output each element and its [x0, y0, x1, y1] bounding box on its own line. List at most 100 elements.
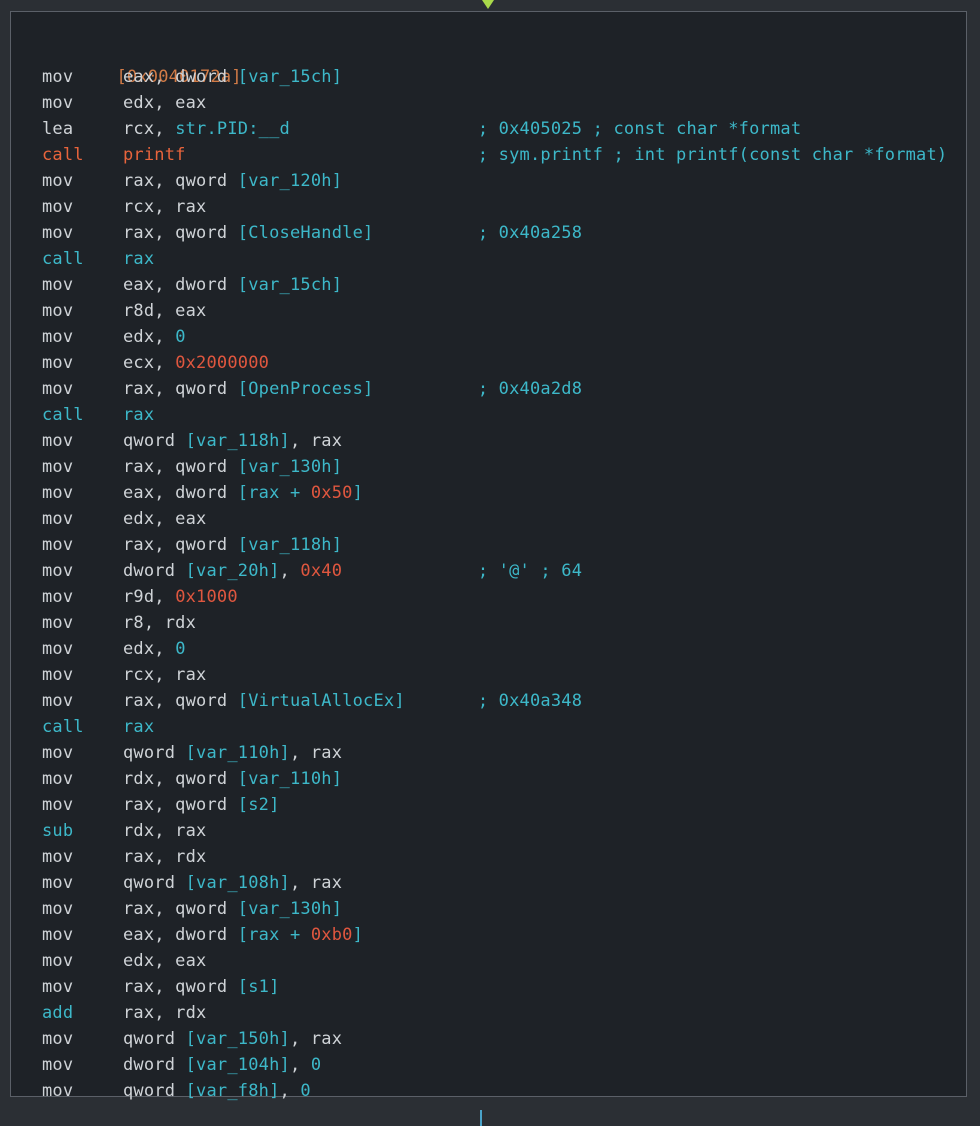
instruction-row[interactable]: mov dword [var_104h], 0 — [33, 1052, 947, 1078]
operand-token: rcx, rax — [123, 197, 207, 217]
operand-token: eax, dword — [123, 925, 238, 945]
instruction-row[interactable]: sub rdx, rax — [33, 818, 947, 844]
instruction-mnemonic: mov — [42, 977, 74, 997]
operand-token[interactable]: [CloseHandle] — [238, 223, 374, 243]
operand-token: dword — [123, 1055, 186, 1075]
operand-token[interactable]: ] — [353, 483, 363, 503]
operand-token: , rax — [289, 873, 343, 893]
instruction-row[interactable]: mov edx, eax — [33, 506, 947, 532]
operand-token[interactable]: [var_118h] — [238, 535, 342, 555]
operand-token[interactable]: [VirtualAllocEx] — [238, 691, 405, 711]
operand-token: 0 — [300, 1081, 311, 1101]
operand-token: eax, dword — [123, 67, 238, 87]
operand-token[interactable]: printf — [123, 145, 186, 165]
instruction-row[interactable]: mov qword [var_118h], rax — [33, 428, 947, 454]
operand-token: dword — [123, 561, 186, 581]
instruction-row[interactable]: mov edx, 0 — [33, 636, 947, 662]
instruction-row[interactable]: mov rax, qword [var_130h] — [33, 454, 947, 480]
instruction-row[interactable]: mov rax, qword [OpenProcess] ; 0x40a2d8 — [33, 376, 947, 402]
instruction-row[interactable]: mov edx, 0 — [33, 324, 947, 350]
operand-token[interactable]: [var_110h] — [186, 743, 290, 763]
comment-padding — [405, 691, 478, 711]
instruction-row[interactable]: mov dword [var_20h], 0x40 ; '@' ; 64 — [33, 558, 947, 584]
operand-token[interactable]: [var_150h] — [186, 1029, 290, 1049]
operand-token[interactable]: [var_120h] — [238, 171, 342, 191]
operand-token: r9d, — [123, 587, 176, 607]
operand-token: rax, qword — [123, 899, 238, 919]
instruction-row[interactable]: call rax — [33, 246, 947, 272]
instruction-row[interactable]: mov rax, qword [s1] — [33, 974, 947, 1000]
instruction-row[interactable]: mov r8, rdx — [33, 610, 947, 636]
operand-token: 0 — [310, 1055, 322, 1075]
instruction-row[interactable]: mov rax, qword [s2] — [33, 792, 947, 818]
instruction-row[interactable]: mov eax, dword [var_15ch] — [33, 272, 947, 298]
instruction-row[interactable]: mov eax, dword [var_15ch] — [33, 64, 947, 90]
operand-token[interactable]: [var_104h] — [186, 1055, 290, 1075]
operand-token: rax, qword — [123, 457, 238, 477]
operand-token[interactable]: rax — [123, 405, 154, 425]
instruction-mnemonic: sub — [42, 821, 74, 841]
instruction-row[interactable]: call rax — [33, 714, 947, 740]
operand-token[interactable]: rax — [123, 717, 154, 737]
operand-token[interactable]: [s2] — [238, 795, 280, 815]
instruction-row[interactable]: mov rax, qword [var_120h] — [33, 168, 947, 194]
instruction-row[interactable]: mov qword [var_108h], rax — [33, 870, 947, 896]
instruction-row[interactable]: mov rax, qword [var_130h] — [33, 896, 947, 922]
operand-token[interactable]: [var_110h] — [238, 769, 342, 789]
instruction-row[interactable]: mov ecx, 0x2000000 — [33, 350, 947, 376]
operand-token: qword — [123, 1081, 186, 1101]
basic-block[interactable]: [0x0040172a] mov eax, dword [var_15ch] mov… — [10, 11, 967, 1101]
outgoing-edge — [480, 1110, 482, 1126]
operand-token: , rax — [289, 431, 343, 451]
instruction-mnemonic: call — [42, 717, 84, 737]
operand-token[interactable]: [var_15ch] — [238, 67, 342, 87]
instruction-row[interactable]: mov qword [var_150h], rax — [33, 1026, 947, 1052]
instruction-mnemonic: mov — [42, 795, 74, 815]
instruction-row[interactable]: mov eax, dword [rax + 0xb0] — [33, 922, 947, 948]
instruction-row[interactable]: mov edx, eax — [33, 948, 947, 974]
operand-token[interactable]: [var_20h] — [186, 561, 280, 581]
comment-padding — [342, 561, 478, 581]
instruction-row[interactable]: call rax — [33, 402, 947, 428]
operand-token: rax, qword — [123, 977, 238, 997]
operand-token: edx, — [123, 327, 176, 347]
instruction-row[interactable]: call printf ; sym.printf ; int printf(con… — [33, 142, 947, 168]
instruction-row[interactable]: lea rcx, str.PID:__d ; 0x405025 ; const c… — [33, 116, 947, 142]
instruction-row[interactable]: mov rax, qword [VirtualAllocEx] ; 0x40a34… — [33, 688, 947, 714]
operand-token: rax, qword — [123, 379, 238, 399]
instruction-row[interactable]: mov rcx, rax — [33, 194, 947, 220]
instruction-row[interactable]: mov rax, rdx — [33, 844, 947, 870]
instruction-row[interactable]: mov qword [var_f8h], 0 — [33, 1078, 947, 1104]
operand-token: eax, dword — [123, 275, 238, 295]
instruction-row[interactable]: mov edx, eax — [33, 90, 947, 116]
operand-token[interactable]: [var_15ch] — [238, 275, 342, 295]
operand-token[interactable]: [s1] — [238, 977, 280, 997]
instruction-row[interactable]: mov qword [var_110h], rax — [33, 740, 947, 766]
operand-token[interactable]: [var_108h] — [186, 873, 290, 893]
operand-token[interactable]: [rax + — [238, 483, 311, 503]
instruction-row[interactable]: mov rax, qword [CloseHandle] ; 0x40a258 — [33, 220, 947, 246]
operand-token: 0x50 — [310, 483, 353, 503]
instruction-row[interactable]: mov rax, qword [var_118h] — [33, 532, 947, 558]
operand-token: ecx, — [123, 353, 176, 373]
operand-token[interactable]: [OpenProcess] — [238, 379, 374, 399]
operand-token[interactable]: [rax + — [238, 925, 311, 945]
instruction-row[interactable]: mov rcx, rax — [33, 662, 947, 688]
operand-token[interactable]: [var_130h] — [238, 457, 342, 477]
instruction-row[interactable]: mov rdx, qword [var_110h] — [33, 766, 947, 792]
operand-token[interactable]: [var_130h] — [238, 899, 342, 919]
instruction-row[interactable]: mov eax, dword [rax + 0x50] — [33, 480, 947, 506]
operand-token[interactable]: ] — [353, 925, 363, 945]
instruction-mnemonic: mov — [42, 483, 74, 503]
operand-token: eax, dword — [123, 483, 238, 503]
instruction-row[interactable]: mov r8d, eax — [33, 298, 947, 324]
instruction-row[interactable]: mov r9d, 0x1000 — [33, 584, 947, 610]
operand-token[interactable]: rax — [123, 249, 154, 269]
instruction-row[interactable]: add rax, rdx — [33, 1000, 947, 1026]
operand-token: qword — [123, 431, 186, 451]
operand-token[interactable]: [var_118h] — [186, 431, 290, 451]
graph-canvas: [0x0040172a] mov eax, dword [var_15ch] mov… — [0, 0, 980, 1126]
operand-token[interactable]: [var_f8h] — [186, 1081, 280, 1101]
operand-token[interactable]: str.PID:__d — [175, 119, 290, 139]
operand-token: rax, rdx — [123, 1003, 207, 1023]
